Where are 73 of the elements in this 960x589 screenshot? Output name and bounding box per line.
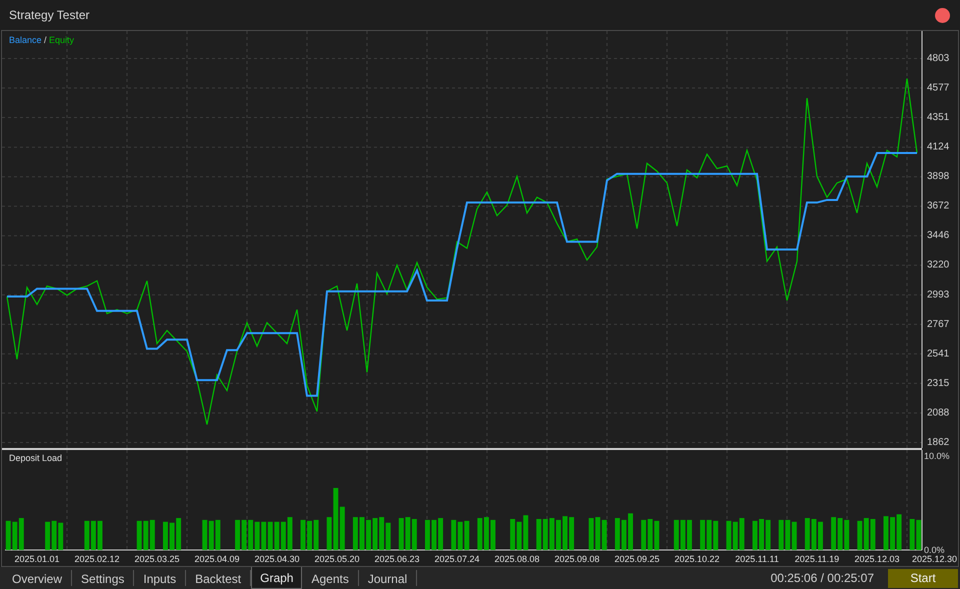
axis-label: 10.0% [924,451,950,461]
date-label: 2025.01.01 [14,554,60,564]
axis-label: 3220 [927,260,950,271]
load-bar [622,520,626,550]
axis-label: 1862 [927,437,950,448]
axis-label: 2315 [927,378,950,389]
load-bar [759,518,764,550]
date-label: 2025.06.23 [374,554,420,564]
load-bar [614,518,620,550]
load-bar [352,517,358,550]
axis-label: 2541 [927,348,950,360]
load-bar [425,520,430,550]
axis-label: 2993 [927,289,950,300]
legend-label: Equity [49,35,74,45]
load-bar [766,520,771,550]
load-bar [687,520,692,550]
load-bar [300,520,306,550]
axis-label: 2088 [927,408,950,418]
date-label: 2025.12.03 [854,554,900,564]
tab[interactable]: Overview [3,570,72,586]
load-bar [562,516,568,550]
axis-label: 4577 [927,82,950,94]
load-bar [490,520,496,550]
load-bar [818,522,823,550]
tab[interactable]: Agents [302,570,359,586]
date-label: 2025.12.30 [912,554,957,564]
axis-label: 2767 [927,318,950,330]
date-label: 2025.04.09 [194,554,240,564]
load-bar [235,520,240,550]
date-label: 2025.05.20 [314,554,360,564]
date-label: 2025.10.22 [674,554,720,564]
window-title: Strategy Tester [9,7,90,24]
tab[interactable]: Graph [251,567,302,589]
axis-label: 4351 [927,112,950,124]
load-bar [628,513,633,550]
axis-label: 3898 [927,171,950,182]
tab[interactable]: Journal [358,570,418,586]
date-label: 2025.02.12 [74,554,120,564]
load-bar [366,520,371,550]
load-bar [98,520,102,550]
date-label: 2025.03.25 [134,554,180,564]
load-bar [569,517,574,550]
date-label: 2025.08.08 [494,554,540,564]
load-bar [170,522,174,550]
load-bar [176,518,182,550]
date-label: 2025.09.08 [554,554,600,564]
start-button[interactable]: Start [888,568,958,588]
load-bar [556,520,561,550]
elapsed-time: 00:25:06 / 00:25:07 [770,570,874,587]
axis-label: 4124 [927,142,950,153]
axis-label: 0.0% [924,545,945,555]
load-bar [360,517,364,550]
axis-label: 3446 [927,230,950,242]
load-bar [163,522,168,550]
date-label: 2025.11.19 [794,554,840,564]
load-bar [752,520,758,550]
legend-separator: / [44,35,47,45]
load-bar [438,518,444,550]
load-bar [884,516,888,550]
axis-label: 4803 [927,53,950,64]
close-icon[interactable] [935,8,950,22]
date-label: 2025.04.30 [254,554,300,564]
tab[interactable]: Inputs [134,570,186,586]
load-bar [432,520,436,550]
date-label: 2025.07.24 [434,554,480,564]
legend-label: Balance [9,35,42,45]
load-bar [896,514,902,550]
axis-label: 3672 [927,200,950,212]
date-label: 2025.09.25 [614,554,660,564]
date-label: 2025.11.11 [735,554,779,564]
chart-title: Deposit Load [9,453,62,463]
load-bar [890,517,895,550]
tab[interactable]: Settings [72,570,134,586]
